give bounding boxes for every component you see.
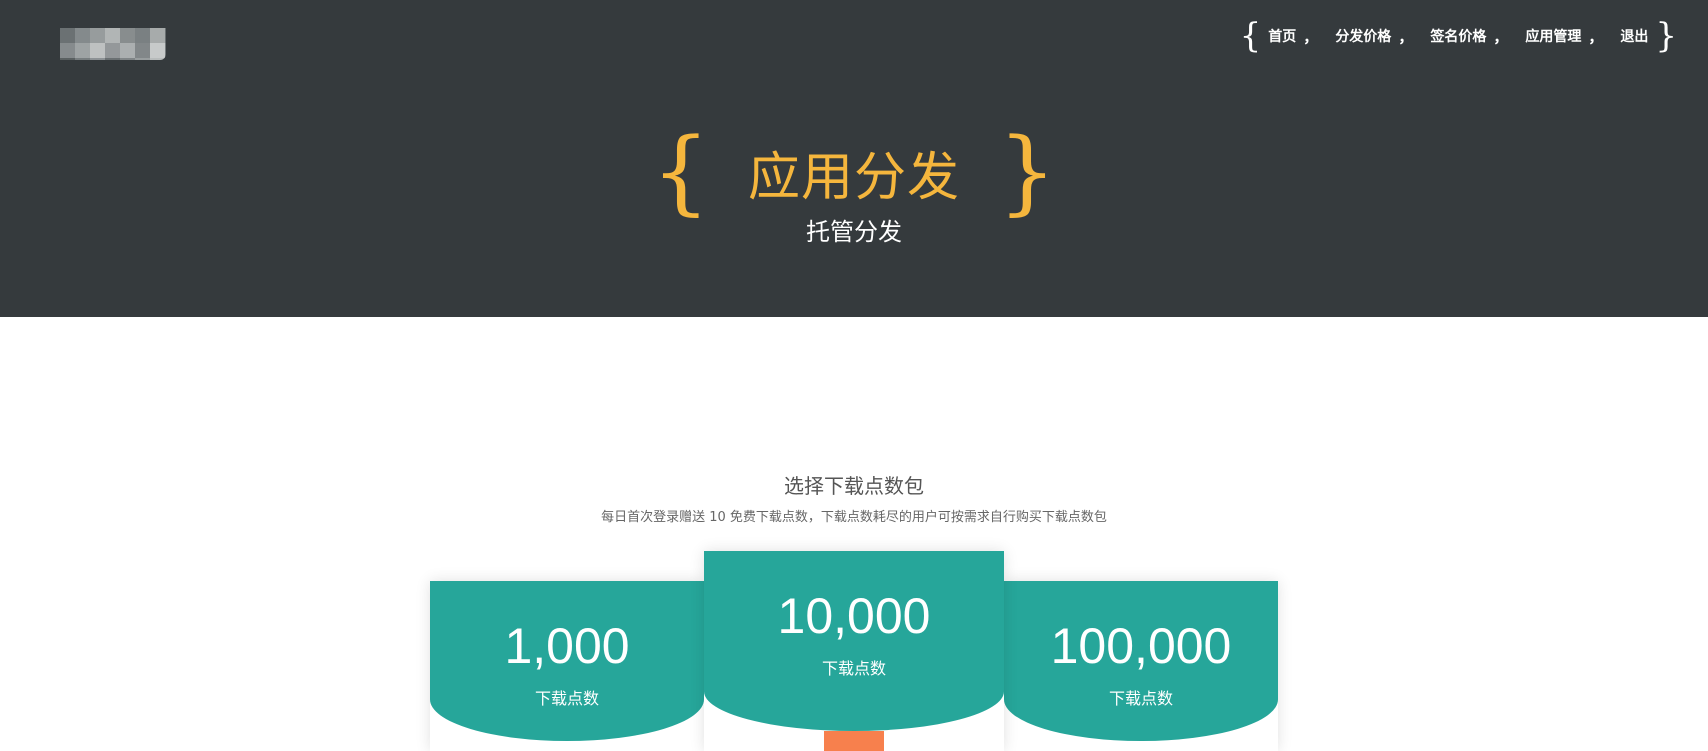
logo-image (60, 28, 166, 60)
package-card-100000[interactable]: 100,000 下载点数 (1004, 581, 1278, 751)
header: { 首页 ， 分发价格 ， 签名价格 ， 应用管理 ， 退出 } { 应用分发 … (0, 0, 1708, 317)
packages-subtitle: 每日首次登录赠送 10 免费下载点数，下载点数耗尽的用户可按需求自行购买下载点数… (601, 510, 1107, 525)
package-card-10000[interactable]: 10,000 下载点数 (704, 551, 1004, 751)
package-card-header: 100,000 下载点数 (1004, 581, 1278, 741)
hero-brace-close: } (998, 118, 1057, 225)
package-card-header: 10,000 下载点数 (704, 551, 1004, 731)
package-amount: 10,000 (777, 588, 931, 644)
nav-separator: ， (1398, 27, 1414, 46)
package-amount: 1,000 (504, 618, 630, 674)
hero: { 应用分发 } 托管分发 (0, 126, 1708, 247)
nav-separator: ， (1493, 27, 1509, 46)
nav-separator: ， (1303, 27, 1319, 46)
nav-brace-open: { (1239, 16, 1262, 56)
nav-item-home[interactable]: 首页 (1265, 26, 1299, 46)
nav-separator: ， (1588, 27, 1604, 46)
hero-title: 应用分发 (747, 147, 960, 208)
package-unit: 下载点数 (1108, 689, 1173, 708)
hero-title-line: { 应用分发 } (651, 126, 1056, 218)
nav-item-signing-pricing[interactable]: 签名价格 (1427, 26, 1489, 46)
package-unit: 下载点数 (821, 659, 886, 678)
package-amount: 100,000 (1050, 618, 1232, 674)
hero-subtitle: 托管分发 (806, 218, 902, 246)
hero-brace-open: { (651, 118, 710, 225)
buy-button[interactable] (824, 731, 884, 751)
nav-item-app-management[interactable]: 应用管理 (1522, 26, 1584, 46)
package-card-1000[interactable]: 1,000 下载点数 (430, 581, 704, 751)
packages-title: 选择下载点数包 (784, 474, 924, 498)
logo[interactable] (30, 14, 166, 60)
nav-brace-close: } (1655, 16, 1677, 56)
nav-item-distribution-pricing[interactable]: 分发价格 (1332, 26, 1394, 46)
top-nav: { 首页 ， 分发价格 ， 签名价格 ， 应用管理 ， 退出 } (1236, 16, 1681, 56)
package-unit: 下载点数 (534, 689, 599, 708)
package-card-header: 1,000 下载点数 (430, 581, 704, 741)
nav-item-logout[interactable]: 退出 (1617, 26, 1651, 46)
